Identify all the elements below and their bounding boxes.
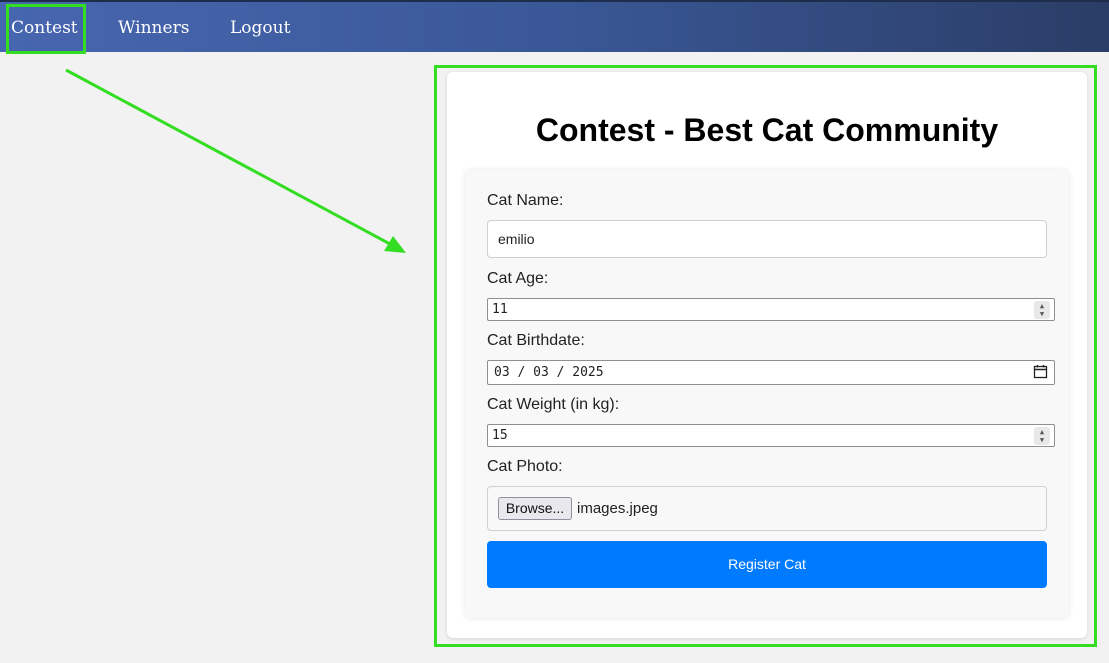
cat-photo-filename: images.jpeg bbox=[577, 500, 658, 517]
page-title: Contest - Best Cat Community bbox=[535, 112, 999, 148]
cat-registration-form: Cat Name: emilio Cat Age: 11 ▲ ▼ Cat Birt… bbox=[465, 170, 1069, 618]
cat-age-input[interactable]: 11 ▲ ▼ bbox=[487, 298, 1055, 321]
cat-photo-input[interactable]: Browse... images.jpeg bbox=[487, 486, 1047, 531]
nav-winners-link[interactable]: Winners bbox=[118, 18, 189, 38]
contest-card: Contest - Best Cat Community Cat Name: e… bbox=[447, 72, 1087, 638]
cat-age-value: 11 bbox=[492, 302, 508, 317]
calendar-icon[interactable] bbox=[1033, 364, 1048, 379]
cat-birthdate-value: 03 / 03 / 2025 bbox=[494, 365, 604, 380]
cat-photo-label: Cat Photo: bbox=[487, 458, 563, 475]
nav-contest-link[interactable]: Contest bbox=[11, 18, 78, 38]
cat-weight-input[interactable]: 15 ▲ ▼ bbox=[487, 424, 1055, 447]
register-cat-button[interactable]: Register Cat bbox=[487, 541, 1047, 588]
cat-name-value: emilio bbox=[498, 231, 535, 247]
spinner-arrows-icon[interactable]: ▲ ▼ bbox=[1034, 427, 1050, 445]
cat-name-input[interactable]: emilio bbox=[487, 220, 1047, 258]
spinner-arrows-icon[interactable]: ▲ ▼ bbox=[1034, 301, 1050, 319]
cat-birthdate-input[interactable]: 03 / 03 / 2025 bbox=[487, 360, 1055, 385]
navbar: Contest Winners Logout bbox=[0, 0, 1109, 52]
cat-weight-value: 15 bbox=[492, 428, 508, 443]
nav-logout-link[interactable]: Logout bbox=[230, 18, 290, 38]
cat-weight-label: Cat Weight (in kg): bbox=[487, 396, 620, 413]
cat-name-label: Cat Name: bbox=[487, 192, 564, 209]
cat-birthdate-label: Cat Birthdate: bbox=[487, 332, 585, 349]
browse-button[interactable]: Browse... bbox=[498, 497, 572, 520]
cat-age-label: Cat Age: bbox=[487, 270, 549, 287]
